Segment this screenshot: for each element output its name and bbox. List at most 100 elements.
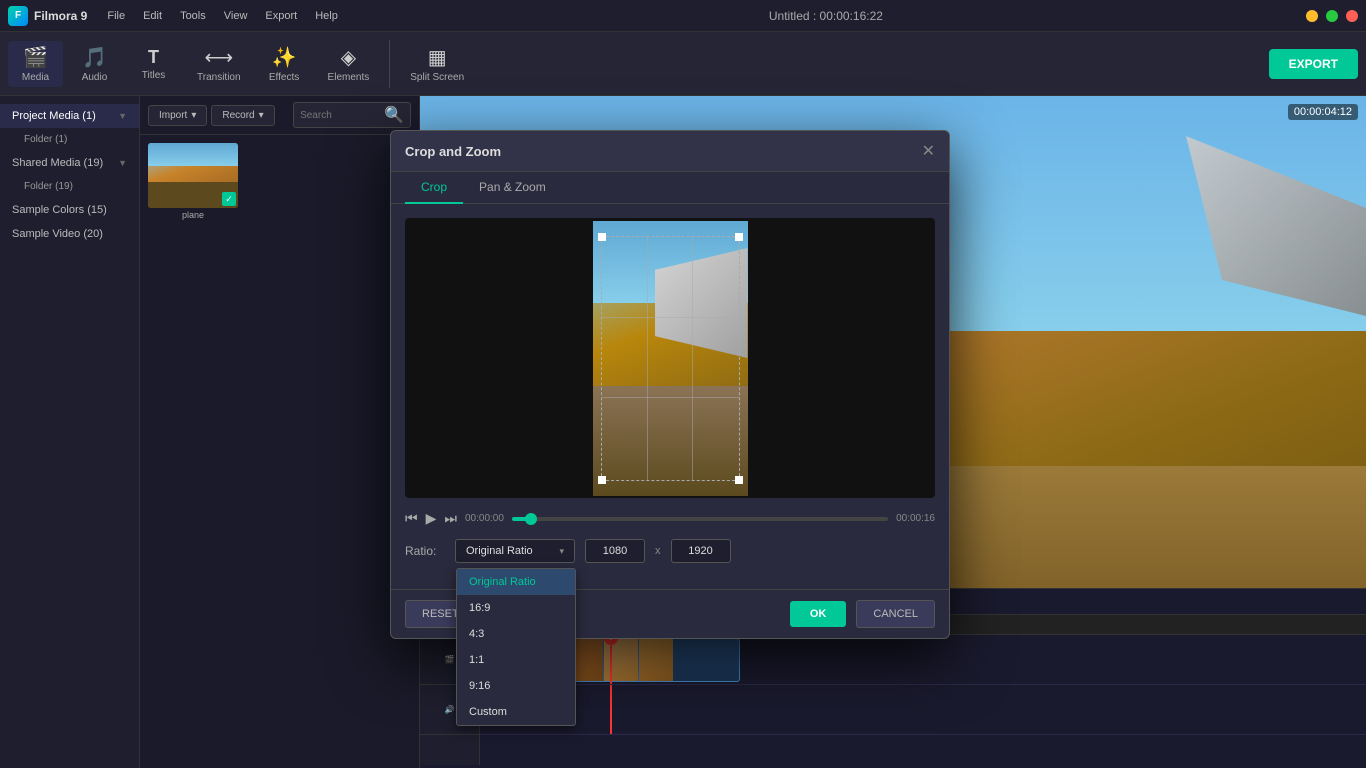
menu-export[interactable]: Export: [257, 6, 305, 26]
ratio-selected-value: Original Ratio: [466, 545, 533, 557]
media-label: Media: [22, 72, 49, 83]
ratio-label: Ratio:: [405, 544, 445, 558]
playback-bar[interactable]: [512, 517, 888, 521]
toolbar-elements[interactable]: ◈ Elements: [316, 41, 382, 87]
media-item-plane[interactable]: ✓ plane: [148, 143, 238, 220]
sidebar-item-folder19[interactable]: Folder (19): [0, 175, 139, 198]
playhead-marker-audio: [610, 685, 612, 734]
crop-selection-box[interactable]: [601, 236, 740, 481]
import-label: Import: [159, 110, 187, 121]
video-track-row: ● plane: [480, 635, 1366, 685]
ratio-row: Ratio: Original Ratio ▾ Original Ratio 1…: [405, 539, 935, 563]
sidebar-item-folder1[interactable]: Folder (1): [0, 128, 139, 151]
window-controls: [1306, 10, 1358, 22]
ratio-dropdown-arrow-icon: ▾: [559, 546, 564, 557]
record-button[interactable]: Record ▾: [211, 105, 274, 126]
media-panel: Import ▾ Record ▾ 🔍 ✓: [140, 96, 420, 768]
thumb-label-plane: plane: [148, 210, 238, 220]
menu-edit[interactable]: Edit: [135, 6, 170, 26]
menu-help[interactable]: Help: [307, 6, 346, 26]
crop-grid-vert-2: [692, 237, 693, 480]
sidebar-arrow-shared: ▼: [118, 158, 127, 168]
record-arrow-icon: ▾: [259, 110, 264, 121]
crop-grid-horiz-2: [602, 397, 739, 398]
toolbar-audio[interactable]: 🎵 Audio: [67, 41, 122, 87]
toolbar-transition[interactable]: ⟷ Transition: [185, 41, 253, 87]
media-icon: 🎬: [23, 45, 48, 70]
height-input[interactable]: 1920: [671, 539, 731, 563]
dialog-close-button[interactable]: ✕: [922, 141, 935, 161]
playback-prev-button[interactable]: ⏮: [405, 510, 418, 527]
playhead-marker[interactable]: ●: [610, 635, 612, 684]
top-bar: F Filmora 9 File Edit Tools View Export …: [0, 0, 1366, 32]
app-logo-icon: F: [8, 6, 28, 26]
menu-tools[interactable]: Tools: [172, 6, 214, 26]
dropdown-item-916[interactable]: 9:16: [457, 673, 575, 699]
search-icon: 🔍: [384, 105, 404, 125]
menu-file[interactable]: File: [99, 6, 133, 26]
crop-handle-bl[interactable]: [598, 476, 606, 484]
dropdown-item-43[interactable]: 4:3: [457, 621, 575, 647]
tab-crop[interactable]: Crop: [405, 172, 463, 204]
playback-play-button[interactable]: ▶: [426, 510, 437, 527]
split-screen-label: Split Screen: [410, 72, 464, 83]
import-button[interactable]: Import ▾: [148, 105, 207, 126]
dropdown-item-11[interactable]: 1:1: [457, 647, 575, 673]
media-grid: ✓ plane: [140, 135, 419, 228]
main-toolbar: 🎬 Media 🎵 Audio T Titles ⟷ Transition ✨ …: [0, 32, 1366, 96]
sidebar-item-sample-colors[interactable]: Sample Colors (15): [0, 198, 139, 222]
search-input[interactable]: [300, 110, 380, 121]
sidebar-folder19-label: Folder (19): [24, 181, 73, 192]
dropdown-item-custom[interactable]: Custom: [457, 699, 575, 725]
dropdown-item-original[interactable]: Original Ratio: [457, 569, 575, 595]
maximize-button[interactable]: [1326, 10, 1338, 22]
titles-icon: T: [148, 47, 159, 68]
crop-handle-tr[interactable]: [735, 233, 743, 241]
crop-handle-br[interactable]: [735, 476, 743, 484]
ratio-select[interactable]: Original Ratio ▾ Original Ratio 16:9 4:3…: [455, 539, 575, 563]
top-bar-left: F Filmora 9 File Edit Tools View Export …: [8, 6, 346, 26]
toolbar-media[interactable]: 🎬 Media: [8, 41, 63, 87]
sidebar-item-project-media[interactable]: Project Media (1) ▼: [0, 104, 139, 128]
minimize-button[interactable]: [1306, 10, 1318, 22]
titles-label: Titles: [142, 70, 166, 81]
clip-thumb-4: [638, 639, 673, 681]
menu-view[interactable]: View: [216, 6, 256, 26]
ratio-dropdown: Original Ratio 16:9 4:3 1:1 9:16 Custom: [456, 568, 576, 726]
audio-icon: 🎵: [82, 45, 107, 70]
import-arrow-icon: ▾: [191, 110, 196, 121]
toolbar-titles[interactable]: T Titles: [126, 43, 181, 85]
crop-handle-tl[interactable]: [598, 233, 606, 241]
playback-time-total: 00:00:16: [896, 513, 935, 524]
audio-track-row: [480, 685, 1366, 735]
playback-row: ⏮ ▶ ⏭ 00:00:00 00:00:16: [405, 510, 935, 527]
menu-bar: File Edit Tools View Export Help: [99, 6, 345, 26]
app-logo: F Filmora 9: [8, 6, 87, 26]
crop-dialog: Crop and Zoom ✕ Crop Pan & Zoom: [390, 130, 950, 639]
crop-grid-vert-1: [647, 237, 648, 480]
dropdown-item-169[interactable]: 16:9: [457, 595, 575, 621]
dialog-title: Crop and Zoom: [405, 144, 501, 159]
track-content: ● plane: [480, 635, 1366, 765]
media-toolbar: Import ▾ Record ▾ 🔍: [140, 96, 419, 135]
sidebar-item-sample-video[interactable]: Sample Video (20): [0, 222, 139, 246]
tab-pan-zoom[interactable]: Pan & Zoom: [463, 172, 562, 204]
media-thumb-plane[interactable]: ✓: [148, 143, 238, 208]
thumb-check-icon: ✓: [222, 192, 236, 206]
export-button[interactable]: EXPORT: [1269, 49, 1358, 79]
width-input[interactable]: 1080: [585, 539, 645, 563]
playback-next-button[interactable]: ⏭: [444, 510, 457, 527]
sidebar-sample-video-label: Sample Video (20): [12, 228, 103, 240]
crop-preview-container: [405, 218, 935, 498]
close-button[interactable]: [1346, 10, 1358, 22]
cancel-button[interactable]: CANCEL: [856, 600, 935, 628]
record-label: Record: [222, 110, 254, 121]
sidebar-folder1-label: Folder (1): [24, 134, 67, 145]
media-search-box[interactable]: 🔍: [293, 102, 411, 128]
sidebar: Project Media (1) ▼ Folder (1) Shared Me…: [0, 96, 140, 768]
toolbar-effects[interactable]: ✨ Effects: [257, 41, 312, 87]
ok-button[interactable]: OK: [790, 601, 847, 627]
sidebar-item-shared-media[interactable]: Shared Media (19) ▼: [0, 151, 139, 175]
transition-label: Transition: [197, 72, 241, 83]
toolbar-split-screen[interactable]: ▦ Split Screen: [398, 41, 476, 87]
